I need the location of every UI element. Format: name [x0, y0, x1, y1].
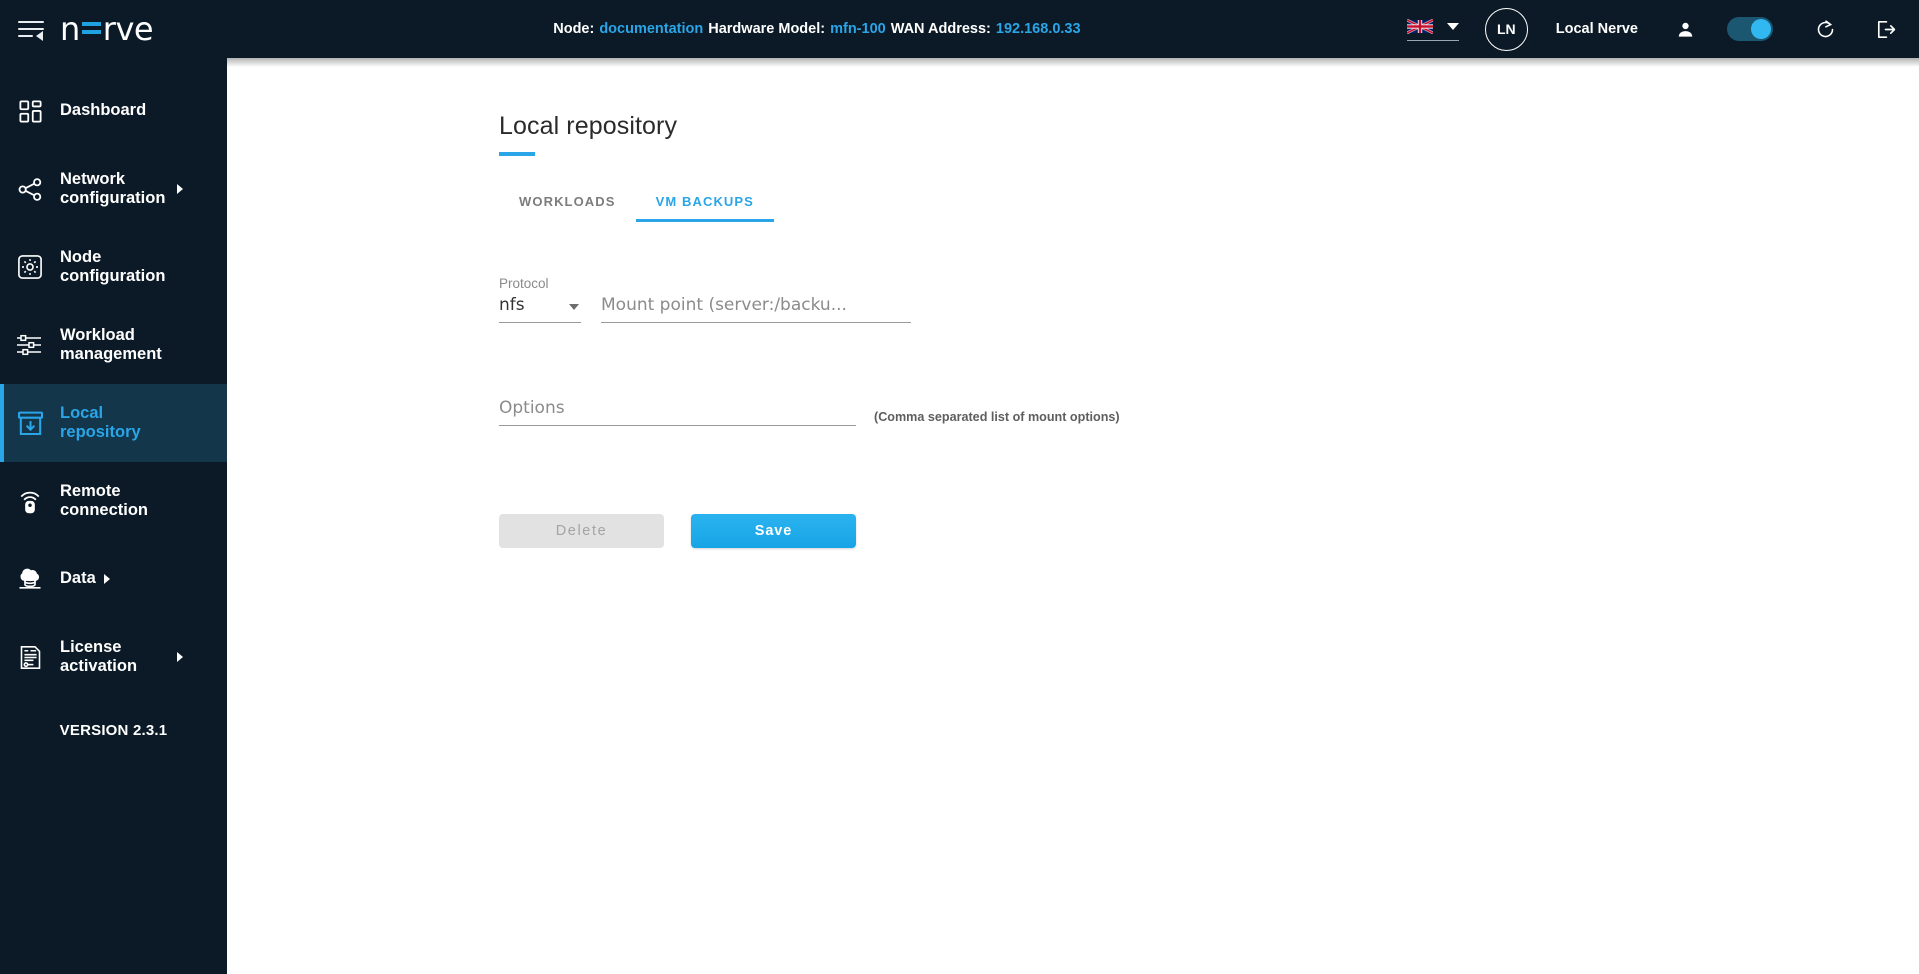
sidebar-item-node-configuration[interactable]: Node configuration [0, 228, 227, 306]
sidebar-item-license-activation[interactable]: License activation [0, 618, 227, 696]
form-actions: Delete Save [499, 514, 1919, 548]
language-selector[interactable] [1407, 18, 1459, 41]
sidebar-item-label: Network configuration [60, 170, 180, 208]
delete-button[interactable]: Delete [499, 514, 664, 548]
mount-point-field [601, 295, 911, 323]
chevron-right-icon [177, 652, 183, 662]
sidebar-item-label: Local repository [60, 404, 180, 442]
hardware-model-value: mfn-100 [830, 21, 886, 37]
repository-download-icon [0, 409, 60, 438]
username-label: Local Nerve [1556, 21, 1638, 37]
remote-control-icon [0, 487, 60, 515]
node-label: Node: [553, 21, 594, 37]
network-share-icon [0, 175, 60, 204]
node-info-group: Node: documentation [553, 21, 703, 37]
tab-bar: WORKLOADS VM BACKUPS [499, 194, 1919, 222]
logout-icon[interactable] [1874, 18, 1897, 41]
reload-icon[interactable] [1815, 19, 1836, 40]
tab-workloads[interactable]: WORKLOADS [499, 194, 636, 222]
sidebar-navigation: Dashboard Network configuration [0, 58, 227, 974]
top-header: nrve Node: documentation Hardware Model:… [0, 0, 1919, 58]
sidebar-item-workload-management[interactable]: Workload management [0, 306, 227, 384]
tab-vm-backups[interactable]: VM BACKUPS [636, 194, 774, 222]
nerve-logo[interactable]: nrve [60, 13, 153, 45]
node-gear-icon [0, 253, 60, 281]
chevron-down-icon [569, 304, 579, 310]
sidebar-item-dashboard[interactable]: Dashboard [0, 72, 227, 150]
toggle-knob [1751, 19, 1771, 39]
save-button[interactable]: Save [691, 514, 856, 548]
sidebar-item-label: Node configuration [60, 248, 180, 286]
sidebar-item-label: Dashboard [60, 101, 146, 120]
header-right: LN Local Nerve [1407, 8, 1919, 51]
hamburger-collapse-icon[interactable] [18, 18, 44, 40]
hardware-info-group: Hardware Model: mfn-100 [708, 21, 885, 37]
node-info-bar: Node: documentation Hardware Model: mfn-… [227, 21, 1407, 37]
protocol-select[interactable]: Protocol nfs [499, 276, 581, 323]
sidebar-item-label: Workload management [60, 326, 180, 364]
mount-point-input[interactable] [601, 295, 911, 323]
sliders-icon [0, 333, 60, 357]
avatar[interactable]: LN [1485, 8, 1528, 51]
vm-backup-form: Protocol nfs (Comma separated list of mo… [499, 276, 1919, 548]
logo-equals-mark [82, 22, 101, 36]
options-hint: (Comma separated list of mount options) [874, 410, 1120, 426]
hardware-model-label: Hardware Model: [708, 21, 825, 37]
sidebar-item-data[interactable]: Data [0, 540, 227, 618]
sidebar-item-network-configuration[interactable]: Network configuration [0, 150, 227, 228]
chevron-down-icon [1447, 23, 1459, 30]
wan-info-group: WAN Address: 192.168.0.33 [891, 21, 1081, 37]
chevron-right-icon [177, 184, 183, 194]
form-row-protocol: Protocol nfs [499, 276, 1919, 323]
options-input[interactable] [499, 398, 856, 426]
dashboard-grid-icon [0, 98, 60, 125]
sidebar-item-label: License activation [60, 638, 180, 676]
avatar-initials: LN [1497, 21, 1516, 37]
cloud-database-icon [0, 565, 60, 593]
header-left: nrve [0, 0, 227, 58]
protocol-label: Protocol [499, 276, 581, 291]
sidebar-item-local-repository[interactable]: Local repository [0, 384, 227, 462]
version-label: VERSION 2.3.1 [0, 722, 227, 739]
wan-address-label: WAN Address: [891, 21, 991, 37]
sidebar-item-label: Remote connection [60, 482, 180, 520]
form-row-options: (Comma separated list of mount options) [499, 398, 1919, 426]
node-value: documentation [599, 21, 703, 37]
title-underline [499, 152, 535, 156]
uk-flag-icon [1407, 18, 1433, 35]
main-content: Local repository WORKLOADS VM BACKUPS Pr… [227, 58, 1919, 974]
user-icon[interactable] [1676, 20, 1695, 39]
wan-address-value: 192.168.0.33 [996, 21, 1081, 37]
sidebar-item-label: Data [60, 569, 96, 588]
page-title: Local repository [499, 112, 1919, 141]
license-document-icon [0, 643, 60, 672]
sidebar-item-remote-connection[interactable]: Remote connection [0, 462, 227, 540]
application-window: nrve Node: documentation Hardware Model:… [0, 0, 1919, 974]
options-field [499, 398, 856, 426]
chevron-right-icon [104, 574, 110, 584]
mode-toggle[interactable] [1727, 17, 1773, 41]
body-container: Dashboard Network configuration [0, 58, 1919, 974]
